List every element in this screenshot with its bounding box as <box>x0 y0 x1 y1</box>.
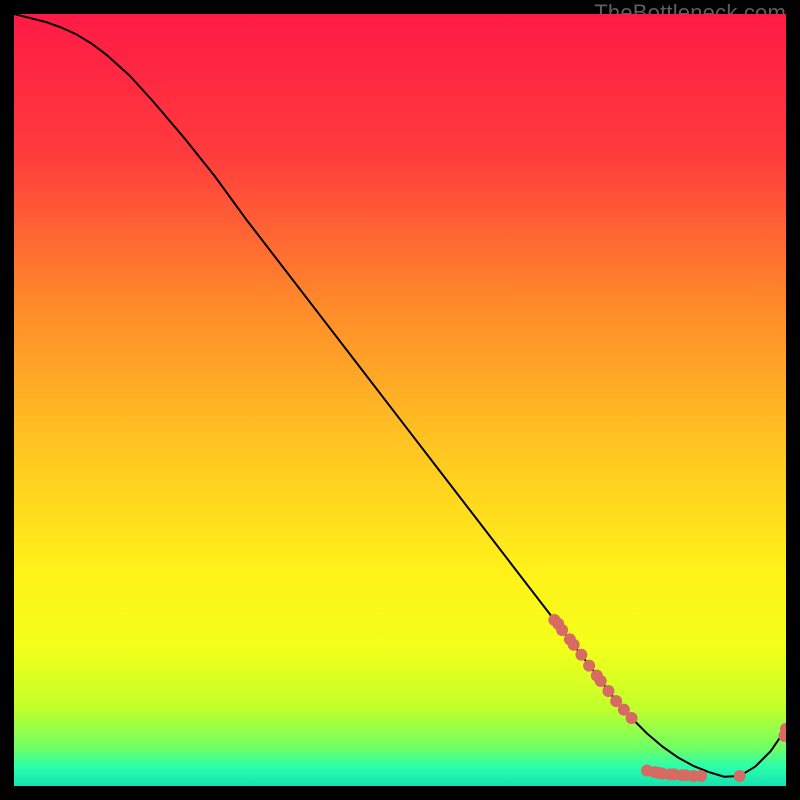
data-marker <box>556 624 568 636</box>
chart-frame: TheBottleneck.com <box>0 0 800 800</box>
data-marker <box>602 685 614 697</box>
data-marker <box>695 770 707 782</box>
data-marker <box>568 639 580 651</box>
chart-plot <box>14 14 786 786</box>
data-marker <box>626 712 638 724</box>
data-marker <box>575 649 587 661</box>
data-marker <box>583 660 595 672</box>
data-marker <box>595 675 607 687</box>
data-marker <box>734 770 746 782</box>
chart-background <box>14 14 786 786</box>
